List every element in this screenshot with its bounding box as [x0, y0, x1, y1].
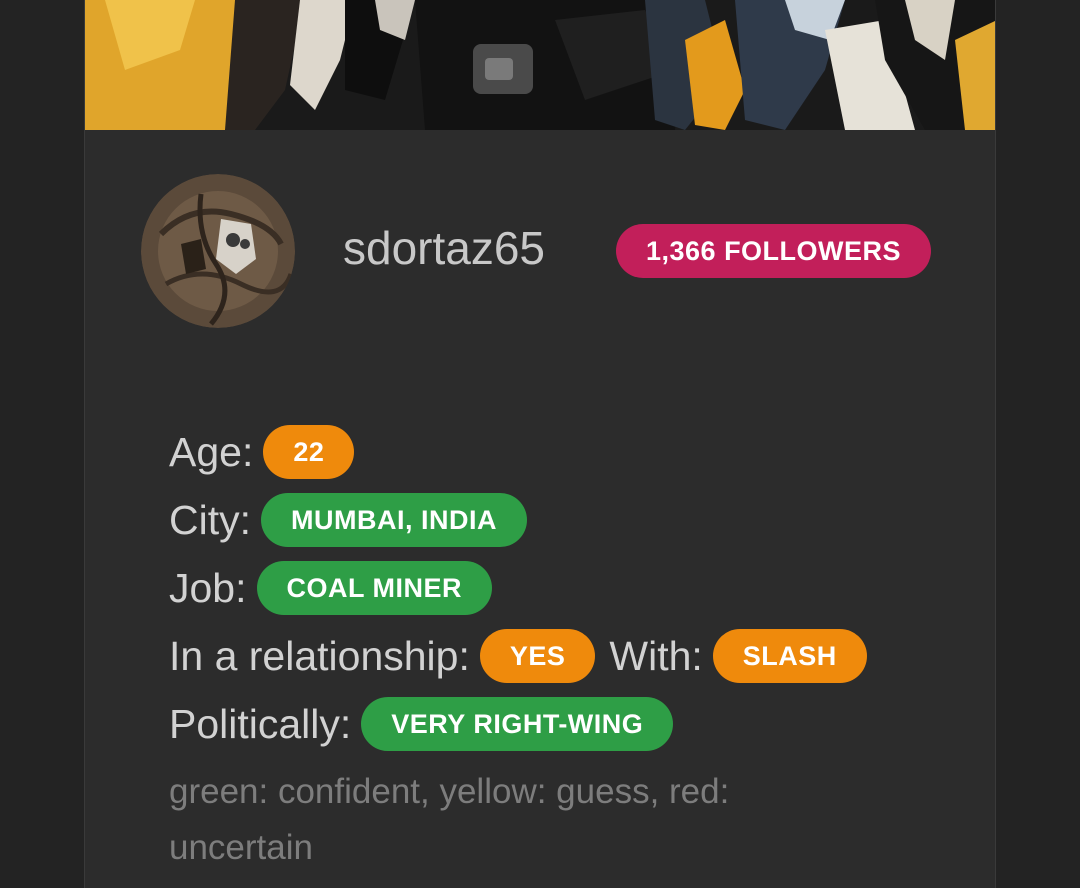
with-label: With:: [609, 632, 703, 679]
relationship-row: In a relationship: YES With: SLASH: [169, 622, 969, 690]
city-label: City:: [169, 496, 251, 543]
followers-badge[interactable]: 1,366 FOLLOWERS: [616, 224, 932, 278]
job-badge: COAL MINER: [256, 561, 493, 615]
city-row: City: MUMBAI, INDIA: [169, 486, 969, 554]
username[interactable]: sdortaz65: [343, 220, 545, 276]
age-row: Age: 22: [169, 418, 969, 486]
avatar[interactable]: [141, 174, 295, 328]
confidence-legend: green: confident, yellow: guess, red: un…: [169, 772, 730, 867]
political-badge: VERY RIGHT-WING: [361, 697, 674, 751]
age-label: Age:: [169, 428, 254, 475]
with-badge: SLASH: [712, 629, 867, 683]
cover-image: [85, 0, 995, 130]
age-badge: 22: [263, 425, 355, 479]
job-row: Job: COAL MINER: [169, 554, 969, 622]
political-label: Politically:: [169, 700, 352, 747]
relationship-label: In a relationship:: [169, 632, 470, 679]
city-badge: MUMBAI, INDIA: [261, 493, 527, 547]
relationship-badge: YES: [479, 629, 596, 683]
profile-card: sdortaz65 1,366 FOLLOWERS Age: 22 City: …: [84, 0, 996, 888]
profile-details: Age: 22 City: MUMBAI, INDIA Job: COAL MI…: [169, 418, 969, 876]
political-row: Politically: VERY RIGHT-WING: [169, 690, 969, 758]
job-label: Job:: [169, 564, 247, 611]
